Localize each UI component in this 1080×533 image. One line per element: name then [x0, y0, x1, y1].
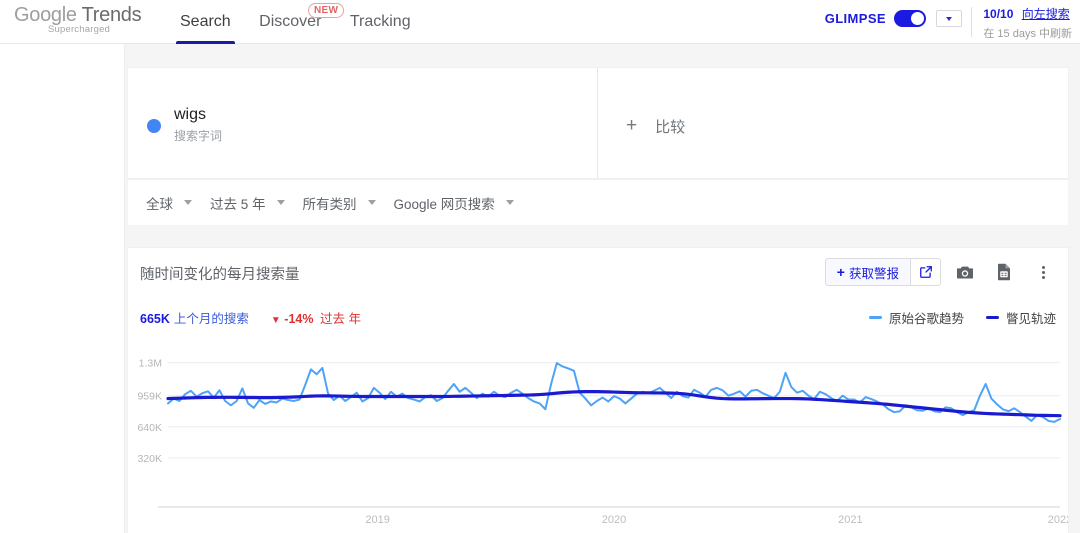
filter-search-type-label: Google 网页搜索 — [393, 196, 495, 212]
search-terms-row: wigs 搜索字词 + 比较 — [128, 68, 1068, 178]
logo-trends-text: Trends — [81, 4, 142, 26]
vertical-dots-icon — [1041, 265, 1045, 279]
chevron-down-icon — [505, 200, 514, 205]
file-download-icon — [998, 263, 1010, 281]
chevron-down-icon — [367, 200, 376, 205]
chevron-down-icon — [184, 200, 192, 205]
nav-item-tracking[interactable]: Tracking — [338, 0, 423, 44]
quota-link[interactable]: 向左搜索 — [1022, 7, 1070, 21]
filter-location[interactable]: 全球 — [146, 193, 192, 213]
svg-text:2021: 2021 — [838, 514, 862, 526]
svg-text:2020: 2020 — [602, 514, 626, 526]
legend-swatch — [868, 315, 882, 320]
chart-toolbar: + 获取警报 — [824, 258, 1058, 286]
nav-item-search[interactable]: Search — [168, 0, 243, 44]
term-color-dot — [147, 119, 161, 133]
chart-card: 随时间变化的每月搜索量 + 获取警报 665K 上个月的搜索 ▼ -14% 过去… — [128, 248, 1068, 533]
glimpse-options-dropdown[interactable] — [936, 10, 962, 27]
delta-period: 过去 年 — [319, 312, 361, 326]
filter-location-label: 全球 — [146, 196, 173, 212]
left-rail — [0, 44, 125, 533]
chart-stats: 665K 上个月的搜索 ▼ -14% 过去 年 — [140, 308, 361, 327]
stat-label: 上个月的搜索 — [173, 312, 249, 326]
get-alert-label: 获取警报 — [848, 266, 899, 281]
screenshot-button[interactable] — [950, 258, 980, 286]
svg-text:640K: 640K — [137, 422, 162, 434]
header-divider — [971, 7, 972, 37]
glimpse-toggle[interactable] — [894, 10, 926, 27]
chart-header: 随时间变化的每月搜索量 + 获取警报 — [128, 248, 1068, 296]
stat-number: 665K — [140, 312, 170, 326]
term-name: wigs — [174, 106, 207, 123]
get-alert-button[interactable]: + 获取警报 — [824, 258, 911, 286]
compare-card[interactable]: + 比较 — [598, 68, 1068, 178]
camera-icon — [957, 266, 973, 279]
svg-text:320K: 320K — [137, 453, 162, 465]
stat-delta: ▼ -14% 过去 年 — [271, 308, 361, 327]
compare-label: 比较 — [655, 118, 686, 136]
glimpse-controls: GLIMPSE — [825, 10, 962, 27]
chart-svg: 1.3M 959K 640K 320K 2019 2020 2021 2022 — [137, 358, 1068, 526]
legend-label-raw: 原始谷歌趋势 — [888, 312, 964, 326]
legend-swatch — [985, 315, 999, 320]
filter-category-label: 所有类别 — [302, 196, 357, 212]
chevron-down-icon — [276, 200, 285, 205]
plus-icon: + — [836, 264, 845, 280]
trend-chart-plot[interactable]: 1.3M 959K 640K 320K 2019 2020 2021 2022 — [128, 340, 1068, 533]
svg-text:2022: 2022 — [1048, 514, 1068, 526]
filter-timerange-label: 过去 5 年 — [210, 196, 266, 212]
filters-row: 全球 过去 5 年 所有类别 Google 网页搜索 — [128, 179, 1068, 225]
chart-title: 随时间变化的每月搜索量 — [140, 267, 300, 283]
embed-external-link-button[interactable] — [911, 258, 941, 286]
svg-text:959K: 959K — [137, 391, 162, 403]
search-term-card[interactable]: wigs 搜索字词 — [128, 68, 598, 178]
legend-label-glimpse: 瞥见轨迹 — [1005, 312, 1056, 326]
quota-count: 10/10 — [983, 7, 1014, 21]
svg-text:1.3M: 1.3M — [139, 358, 162, 370]
logo-google-text: Google — [14, 4, 77, 26]
chart-legend: 原始谷歌趋势 瞥见轨迹 — [847, 308, 1056, 327]
svg-text:2019: 2019 — [365, 514, 389, 526]
filter-search-type[interactable]: Google 网页搜索 — [394, 193, 514, 213]
delta-percent: -14% — [284, 312, 314, 326]
primary-nav: Search Discover Tracking — [168, 0, 423, 44]
quota-info: 10/10 向左搜索 在 15 days 中刷新 — [983, 5, 1072, 41]
legend-item-glimpse[interactable]: 瞥见轨迹 — [985, 308, 1056, 327]
app-header: Google Trends Supercharged Search Discov… — [0, 0, 1080, 44]
glimpse-logo-text: GLIMPSE — [824, 11, 886, 26]
plus-icon: + — [626, 115, 638, 136]
filter-category[interactable]: 所有类别 — [303, 193, 376, 213]
filter-timerange[interactable]: 过去 5 年 — [210, 193, 285, 213]
download-csv-button[interactable] — [989, 258, 1019, 286]
new-badge: NEW — [308, 3, 345, 18]
down-triangle-icon: ▼ — [270, 315, 281, 326]
legend-item-raw[interactable]: 原始谷歌趋势 — [868, 308, 964, 327]
term-type-label: 搜索字词 — [174, 129, 223, 143]
more-options-button[interactable] — [1028, 258, 1058, 286]
quota-refresh-note: 在 15 days 中刷新 — [983, 28, 1072, 40]
external-link-icon — [919, 266, 932, 278]
google-trends-logo: Google Trends Supercharged — [14, 4, 144, 35]
